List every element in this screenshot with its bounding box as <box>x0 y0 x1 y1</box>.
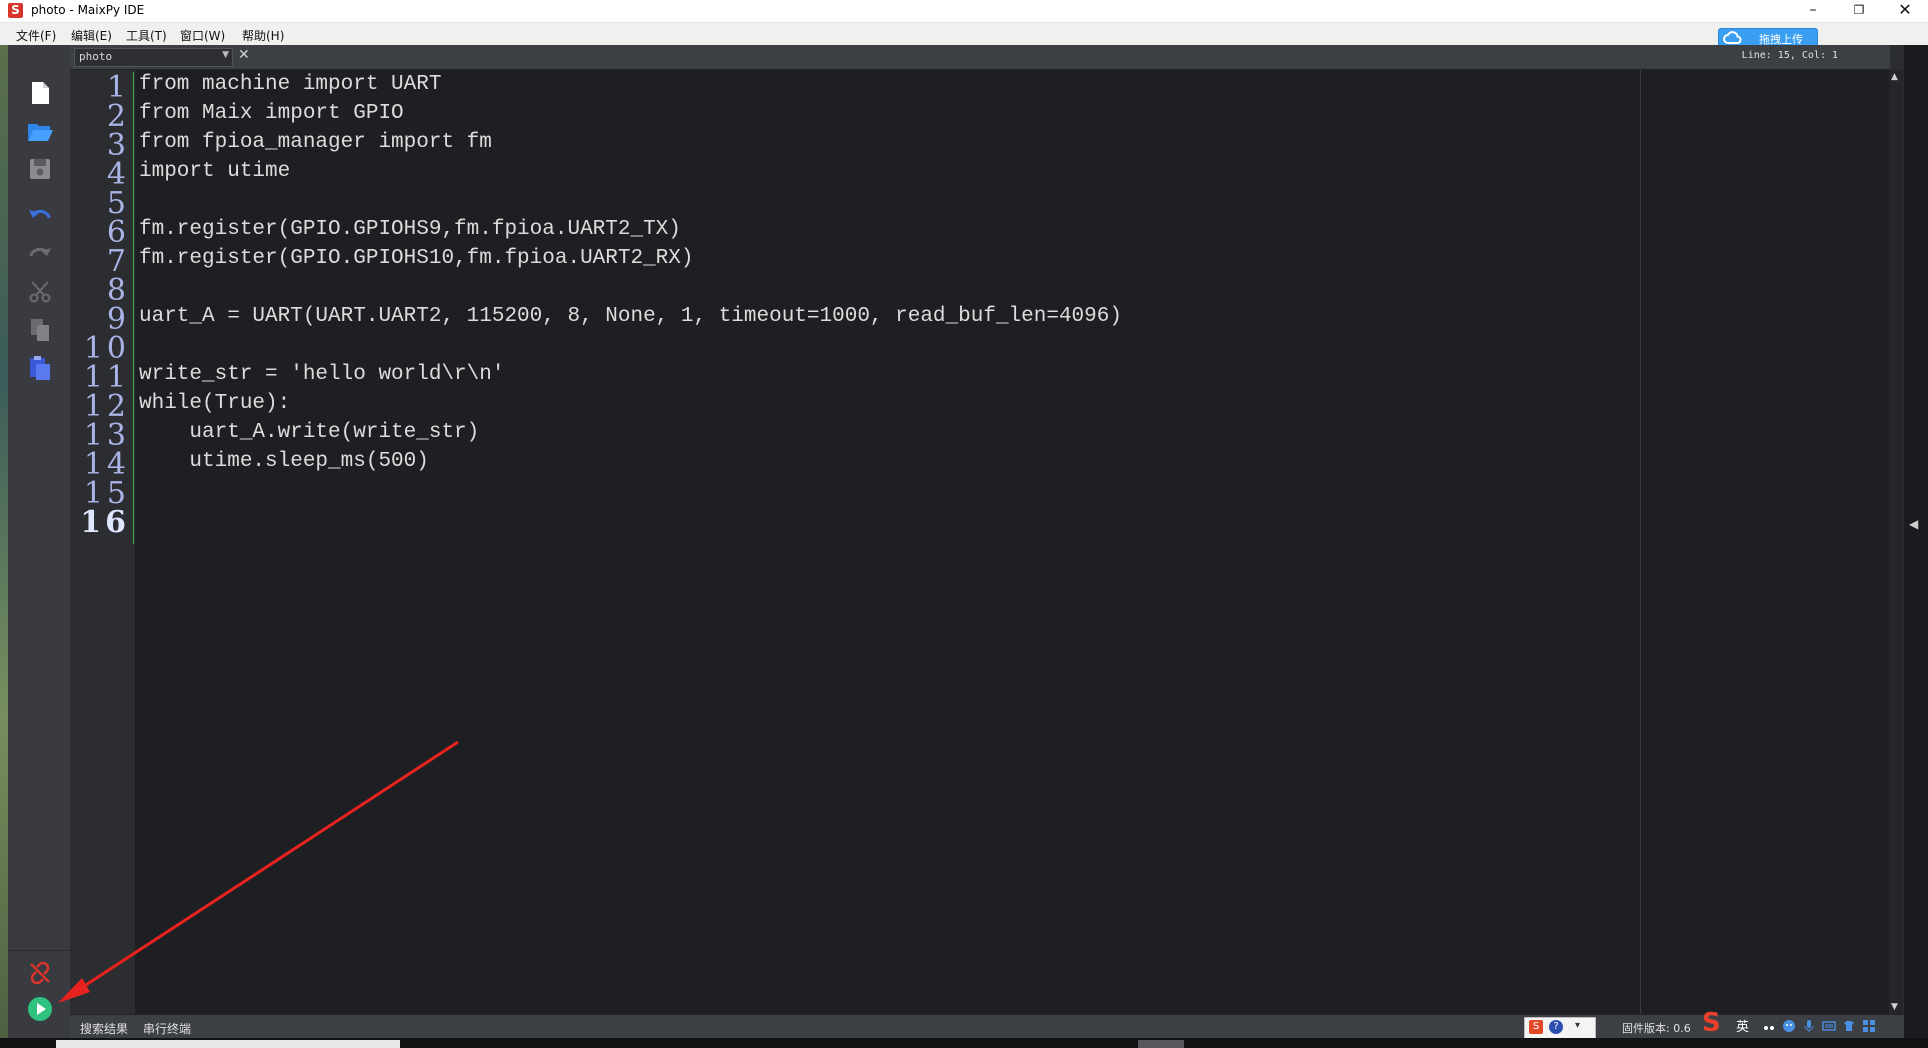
line-number: 8 <box>106 277 130 305</box>
line-number: 15 <box>83 480 130 508</box>
line-number: 3 <box>106 132 130 160</box>
tab-serial-terminal[interactable]: 串行终端 <box>143 1020 191 1037</box>
editor-tab-bar: photo ▼ ✕ Line: 15, Col: 1 <box>70 45 1890 70</box>
line-number: 6 <box>106 219 130 247</box>
line-number: 2 <box>106 103 130 131</box>
punctuation-icon[interactable] <box>1762 1018 1776 1032</box>
code-line[interactable]: fm.register(GPIO.GPIOHS10,fm.fpioa.UART2… <box>139 244 694 273</box>
file-selector-dropdown[interactable]: photo ▼ <box>74 48 233 67</box>
code-line[interactable]: fm.register(GPIO.GPIOHS9,fm.fpioa.UART2_… <box>139 215 681 244</box>
code-line[interactable]: write_str = 'hello world\r\n' <box>139 360 504 389</box>
emoji-icon[interactable] <box>1782 1018 1796 1032</box>
line-number: 11 <box>83 364 130 392</box>
sogou-small-icon: S <box>1529 1020 1543 1034</box>
code-line[interactable]: from machine import UART <box>139 70 441 99</box>
toolbar-divider <box>8 950 70 951</box>
code-line[interactable]: from Maix import GPIO <box>139 99 404 128</box>
undo-icon[interactable] <box>26 202 54 230</box>
menu-file[interactable]: 文件(F) <box>16 27 56 44</box>
ime-language[interactable]: 英 <box>1736 1016 1749 1035</box>
vertical-scrollbar[interactable]: ▲ ▼ <box>1889 70 1903 1014</box>
line-number: 14 <box>83 451 130 479</box>
redo-icon[interactable] <box>26 240 54 268</box>
play-icon[interactable] <box>26 995 54 1023</box>
line-number-gutter: 1 2 3 4 5 6 7 8 9 10 11 12 13 14 15 16 <box>70 70 134 1014</box>
modified-lines-marker <box>133 72 134 544</box>
scissors-icon[interactable] <box>26 278 54 306</box>
sogou-ime-icon[interactable]: S <box>1702 1010 1730 1036</box>
taskbar-indicator <box>1138 1040 1184 1048</box>
line-number: 5 <box>106 190 130 218</box>
line-number: 10 <box>83 335 130 363</box>
code-line[interactable]: utime.sleep_ms(500) <box>139 447 428 476</box>
menu-bar: 文件(F) 编辑(E) 工具(T) 窗口(W) 帮助(H) 拖拽上传 <box>0 23 1928 49</box>
line-number: 12 <box>83 393 130 421</box>
line-number: 16 <box>80 509 130 537</box>
toolbox-icon[interactable] <box>1862 1018 1876 1032</box>
line-number: 4 <box>106 161 130 189</box>
chevron-down-icon: ▾ <box>1575 1020 1581 1031</box>
minimize-button[interactable]: – <box>1790 0 1836 22</box>
copy-icon[interactable] <box>26 316 54 344</box>
file-icon[interactable] <box>26 79 54 107</box>
window-title: photo - MaixPy IDE <box>31 3 145 17</box>
restore-button[interactable]: ❐ <box>1836 0 1882 22</box>
line-number: 7 <box>106 248 130 276</box>
close-file-icon[interactable]: ✕ <box>238 47 250 63</box>
open-file-name: photo <box>79 50 113 63</box>
microphone-icon[interactable] <box>1802 1018 1816 1032</box>
code-editor[interactable]: from machine import UART from Maix import… <box>135 70 1889 1014</box>
menu-help[interactable]: 帮助(H) <box>242 27 284 44</box>
cursor-position: Line: 15, Col: 1 <box>1741 50 1838 61</box>
folder-open-icon[interactable] <box>26 117 54 145</box>
disconnected-link-icon[interactable] <box>26 959 54 987</box>
close-window-button[interactable]: ✕ <box>1882 0 1928 22</box>
skin-icon[interactable] <box>1842 1018 1856 1032</box>
keyboard-icon[interactable] <box>1822 1018 1836 1032</box>
ime-toolbar[interactable]: S ? ▾ <box>1524 1017 1596 1039</box>
scroll-up-icon[interactable]: ▲ <box>1891 72 1898 82</box>
chevron-down-icon: ▼ <box>222 50 229 60</box>
menu-window[interactable]: 窗口(W) <box>180 27 225 44</box>
menu-edit[interactable]: 编辑(E) <box>71 27 112 44</box>
menu-tools[interactable]: 工具(T) <box>126 27 167 44</box>
save-icon[interactable] <box>26 155 54 183</box>
code-line[interactable]: import utime <box>139 157 290 186</box>
help-icon: ? <box>1549 1020 1563 1034</box>
collapse-arrow-icon[interactable]: ◀ <box>1909 517 1918 531</box>
desktop-background-left <box>0 45 8 1048</box>
line-number: 1 <box>106 74 130 102</box>
paste-icon[interactable] <box>26 354 54 382</box>
firmware-version: 固件版本: 0.6 <box>1622 1022 1691 1035</box>
title-bar: S photo - MaixPy IDE – ❐ ✕ <box>0 0 1928 23</box>
app-logo-icon: S <box>8 3 23 18</box>
left-toolbar <box>8 45 70 1038</box>
line-number: 9 <box>106 306 130 334</box>
code-line[interactable]: while(True): <box>139 389 290 418</box>
tab-search-results[interactable]: 搜索结果 <box>80 1020 128 1037</box>
code-line[interactable]: uart_A.write(write_str) <box>139 418 479 447</box>
right-margin-guide <box>1640 70 1641 1014</box>
line-number: 13 <box>83 422 130 450</box>
desktop-right-strip: ◀ <box>1904 45 1928 1038</box>
status-bar: 搜索结果 串行终端 S ? ▾ 固件版本: 0.6 <box>70 1014 1904 1039</box>
code-line[interactable]: uart_A = UART(UART.UART2, 115200, 8, Non… <box>139 302 1122 331</box>
taskbar-window-button[interactable] <box>56 1040 400 1048</box>
code-line[interactable]: from fpioa_manager import fm <box>139 128 492 157</box>
